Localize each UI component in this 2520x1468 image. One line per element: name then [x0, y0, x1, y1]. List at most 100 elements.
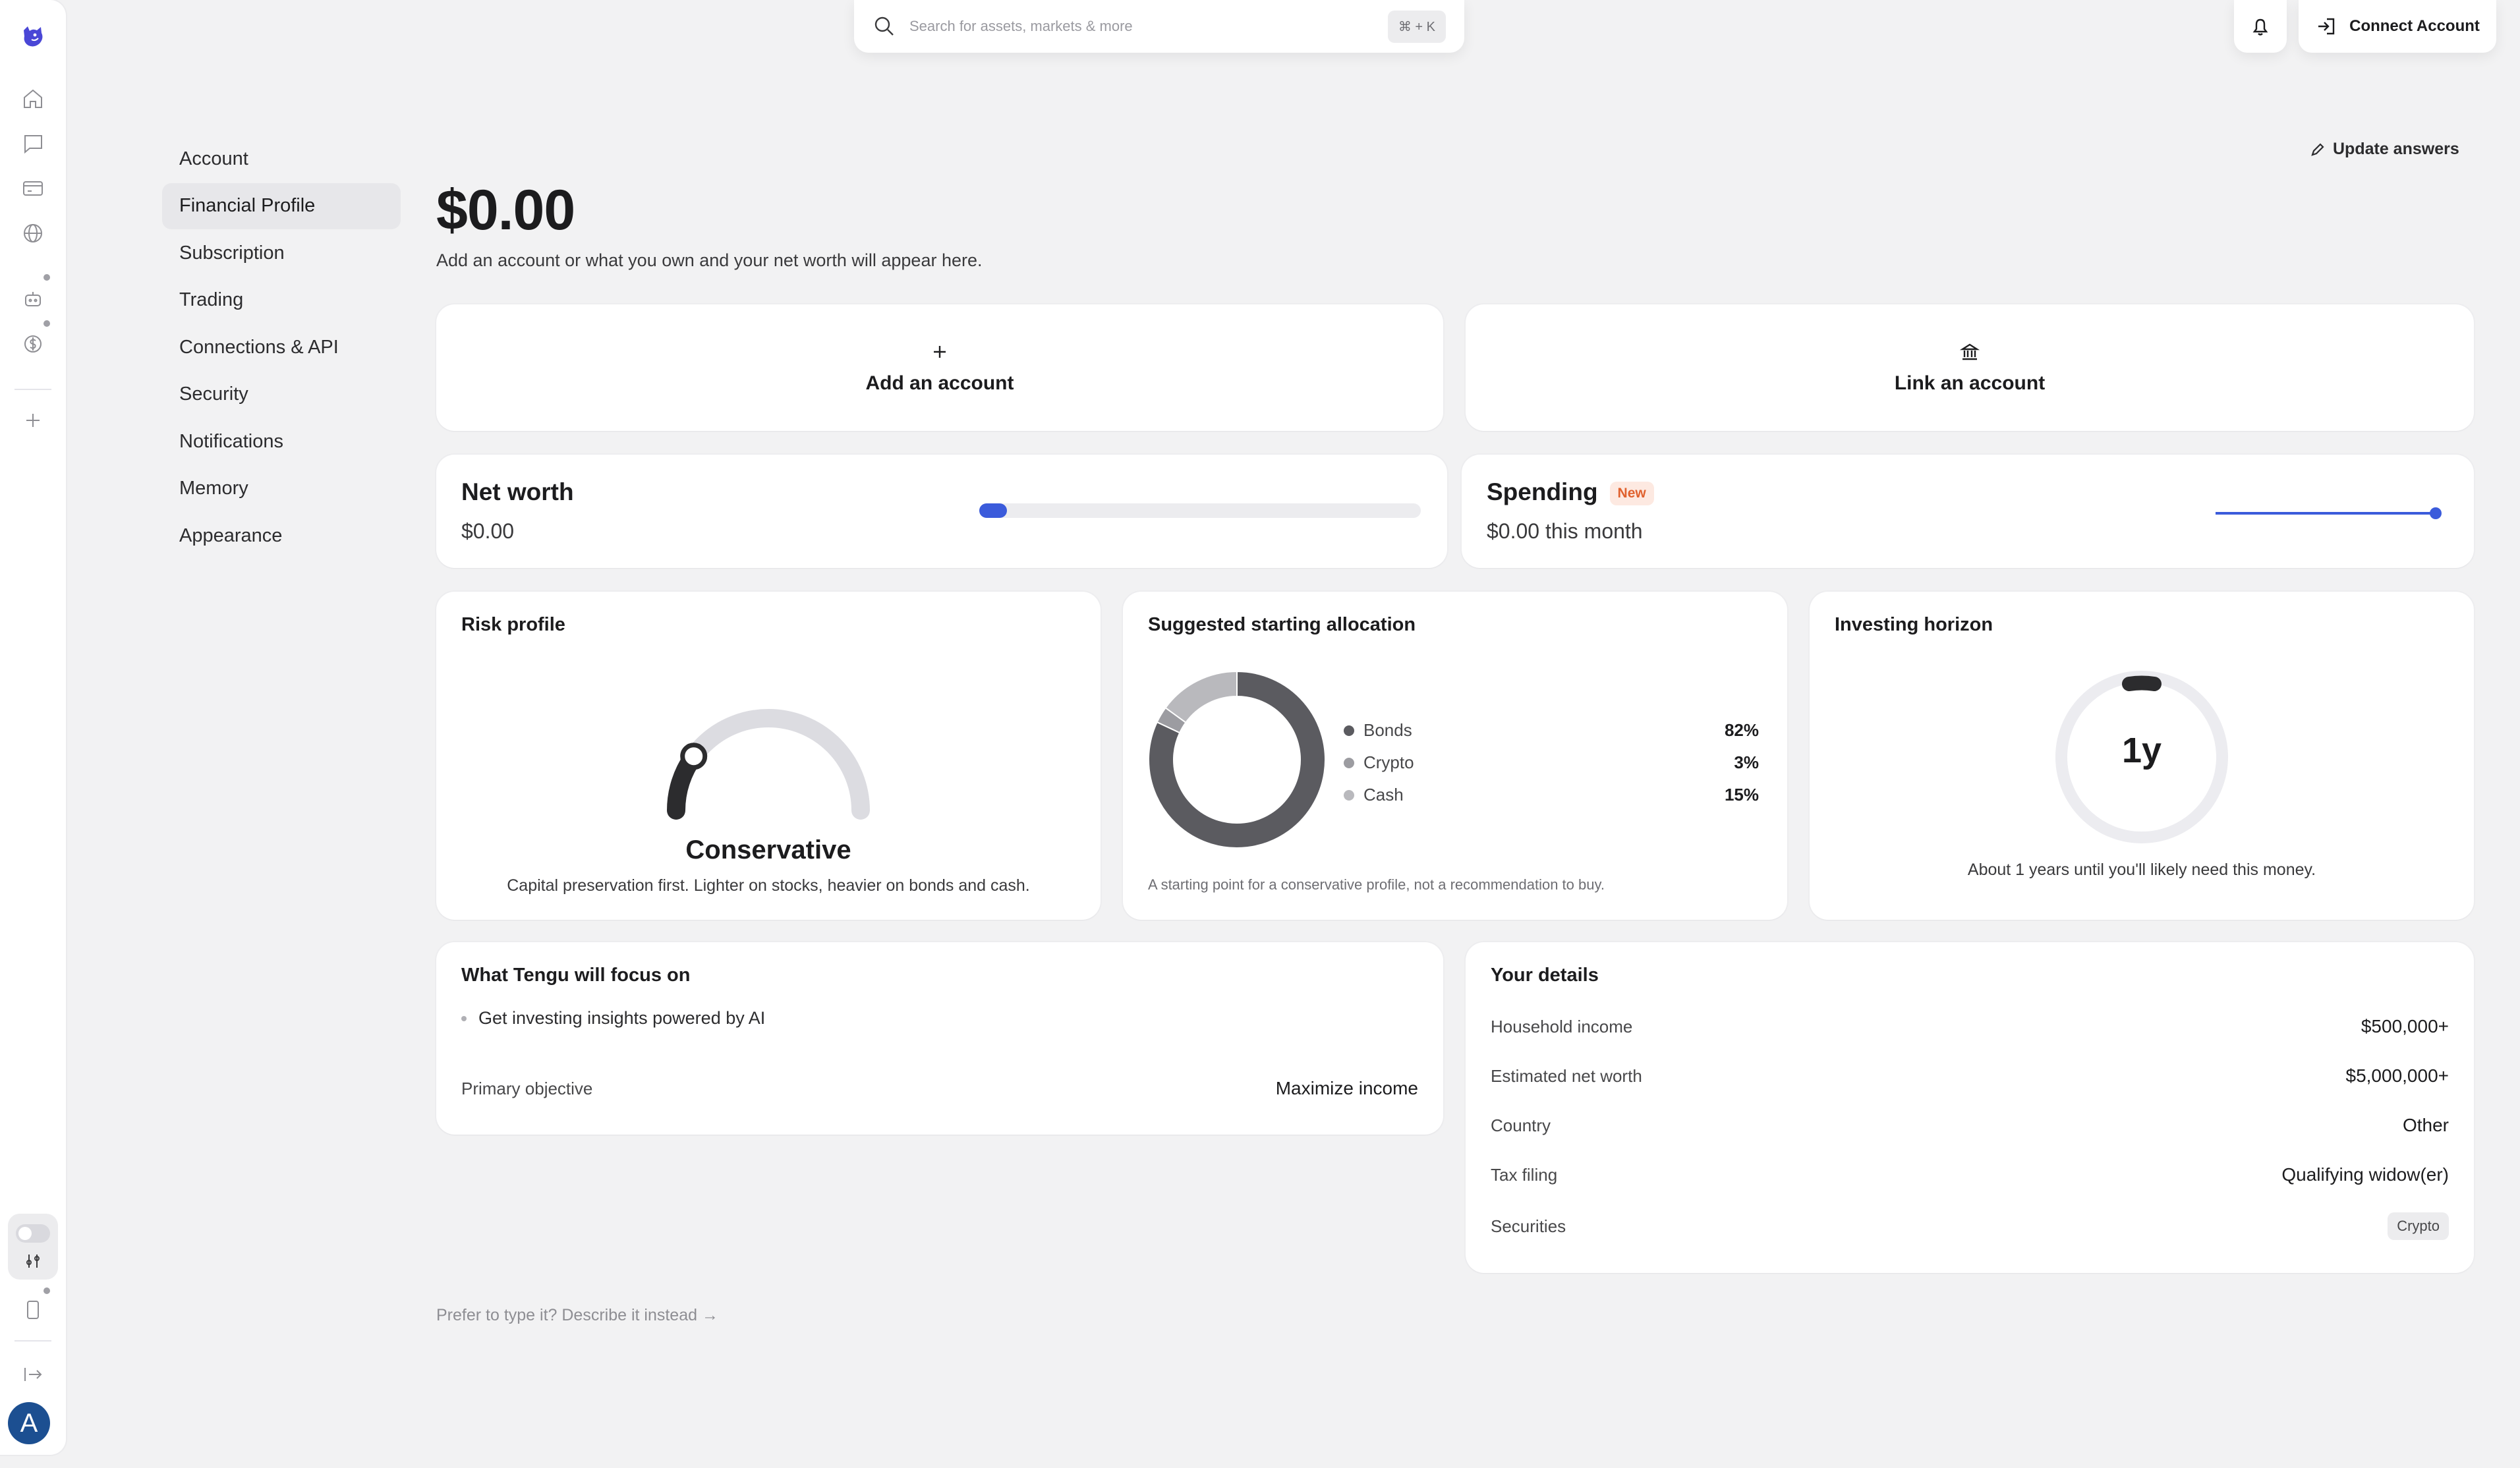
net-worth-card: Net worth $0.00 — [436, 455, 1447, 568]
legend-label: Crypto — [1363, 752, 1414, 772]
detail-row-securities: Securities Crypto — [1491, 1212, 2449, 1240]
spending-title: Spending New — [1487, 478, 1654, 506]
legend-swatch — [1344, 757, 1354, 768]
mode-toggle[interactable] — [16, 1224, 50, 1243]
donut-slice-cash — [1164, 671, 1238, 723]
coin-indicator-dot — [43, 320, 50, 327]
search-bar[interactable]: Search for assets, markets & more ⌘ + K — [854, 0, 1464, 53]
update-answers-label: Update answers — [2333, 140, 2459, 158]
rail-divider — [14, 389, 51, 390]
legend-value: 82% — [1724, 720, 1759, 740]
user-avatar[interactable]: A — [8, 1402, 50, 1444]
detail-value: Qualifying widow(er) — [2281, 1164, 2449, 1185]
detail-label: Estimated net worth — [1491, 1065, 1642, 1086]
login-icon — [2318, 18, 2335, 35]
link-account-label: Link an account — [1894, 372, 2046, 394]
tablet-indicator-dot — [43, 1287, 50, 1294]
detail-value: $500,000+ — [2361, 1016, 2449, 1036]
detail-value: Other — [2402, 1115, 2449, 1135]
net-worth-track — [979, 503, 1421, 518]
horizon-caption: About 1 years until you'll likely need t… — [1967, 861, 2316, 879]
allocation-caption: A starting point for a conservative prof… — [1148, 876, 1605, 893]
left-rail: A — [0, 0, 66, 1455]
add-account-button[interactable]: Add an account — [436, 304, 1443, 431]
detail-label: Tax filing — [1491, 1164, 1558, 1185]
details-card: Your details Household income $500,000+ E… — [1466, 942, 2474, 1273]
primary-objective-row: Primary objective Maximize income — [461, 1078, 1418, 1099]
update-answers-button[interactable]: Update answers — [2309, 140, 2459, 159]
bullet-dot — [461, 1015, 467, 1021]
allocation-legend: Bonds 82% Crypto 3% Cash 15% — [1344, 714, 1759, 811]
detail-label: Household income — [1491, 1016, 1633, 1036]
tablet-icon[interactable] — [16, 1293, 50, 1327]
details-title: Your details — [1491, 965, 1599, 986]
bell-icon — [2252, 18, 2268, 36]
net-worth-title: Net worth — [461, 478, 574, 505]
investing-horizon-title: Investing horizon — [1835, 614, 1993, 635]
nav-item-subscription[interactable]: Subscription — [162, 230, 401, 276]
gauge-knob[interactable] — [680, 743, 708, 770]
investing-horizon-card: Investing horizon 1y About 1 years until… — [1810, 592, 2474, 920]
detail-label: Securities — [1491, 1216, 1566, 1236]
risk-caption: Capital preservation first. Lighter on s… — [507, 876, 1030, 895]
home-icon[interactable] — [16, 82, 50, 116]
risk-profile-card: Risk profile Conservative Capital preser… — [436, 592, 1101, 920]
legend-swatch — [1344, 725, 1354, 736]
focus-bullet: Get investing insights powered by AI — [461, 1008, 765, 1029]
nav-item-connections-api[interactable]: Connections & API — [162, 324, 401, 370]
detail-row-household-income: Household income $500,000+ — [1491, 1016, 2449, 1037]
spending-value: $0.00 this month — [1487, 519, 1643, 543]
nav-item-appearance[interactable]: Appearance — [162, 513, 401, 559]
tengu-logo-icon[interactable] — [16, 20, 50, 54]
detail-label: Country — [1491, 1115, 1551, 1135]
net-worth-hint: Add an account or what you own and your … — [436, 250, 983, 270]
net-worth-value: $0.00 — [461, 519, 515, 543]
connect-account-button[interactable]: Connect Account — [2299, 0, 2496, 53]
focus-bullet-text: Get investing insights powered by AI — [478, 1008, 766, 1028]
legend-label: Bonds — [1363, 720, 1412, 740]
pencil-icon — [2311, 142, 2324, 156]
nav-item-security[interactable]: Security — [162, 372, 401, 418]
plus-icon — [934, 346, 946, 358]
primary-objective-label: Primary objective — [461, 1078, 593, 1098]
new-badge: New — [1609, 482, 1654, 506]
chat-icon[interactable] — [16, 127, 50, 161]
dollar-coin-icon[interactable] — [16, 327, 50, 361]
search-placeholder: Search for assets, markets & more — [909, 18, 1133, 34]
logout-icon[interactable] — [16, 1357, 50, 1392]
focus-card: What Tengu will focus on Get investing i… — [436, 942, 1443, 1135]
allocation-donut — [1148, 671, 1326, 849]
risk-gauge — [666, 709, 870, 820]
legend-value: 15% — [1724, 785, 1759, 805]
bot-icon[interactable] — [16, 282, 50, 316]
primary-objective-value: Maximize income — [1275, 1078, 1418, 1098]
wallet-icon[interactable] — [16, 171, 50, 206]
horizon-value: 1y — [2121, 731, 2162, 770]
nav-item-memory[interactable]: Memory — [162, 466, 401, 512]
detail-row-estimated-net-worth: Estimated net worth $5,000,000+ — [1491, 1065, 2449, 1087]
risk-profile-title: Risk profile — [461, 614, 565, 635]
nav-item-notifications[interactable]: Notifications — [162, 418, 401, 465]
spending-sparkline — [2216, 507, 2442, 519]
nav-item-account[interactable]: Account — [162, 136, 401, 182]
legend-row-crypto: Crypto 3% — [1344, 747, 1759, 779]
settings-nav: Account Financial Profile Subscription T… — [162, 136, 401, 560]
allocation-title: Suggested starting allocation — [1148, 614, 1416, 635]
securities-chip: Crypto — [2388, 1212, 2449, 1240]
describe-instead-link[interactable]: Prefer to type it? Describe it instead → — [436, 1306, 718, 1325]
spending-title-text: Spending — [1487, 478, 1598, 505]
globe-icon[interactable] — [16, 216, 50, 250]
detail-row-tax-filing: Tax filing Qualifying widow(er) — [1491, 1164, 2449, 1185]
nav-item-trading[interactable]: Trading — [162, 277, 401, 324]
sliders-icon[interactable] — [16, 1244, 50, 1278]
spending-card: Spending New $0.00 this month — [1462, 455, 2474, 568]
focus-title: What Tengu will focus on — [461, 965, 691, 986]
detail-value: $5,000,000+ — [2345, 1065, 2449, 1086]
nav-item-financial-profile[interactable]: Financial Profile — [162, 183, 401, 229]
plus-icon[interactable] — [16, 403, 50, 438]
legend-value: 3% — [1734, 752, 1759, 772]
notifications-button[interactable] — [2234, 0, 2287, 53]
allocation-card: Suggested starting allocation Bonds 82% C… — [1123, 592, 1787, 920]
link-account-button[interactable]: Link an account — [1466, 304, 2474, 431]
rail-divider-bottom — [14, 1340, 51, 1341]
